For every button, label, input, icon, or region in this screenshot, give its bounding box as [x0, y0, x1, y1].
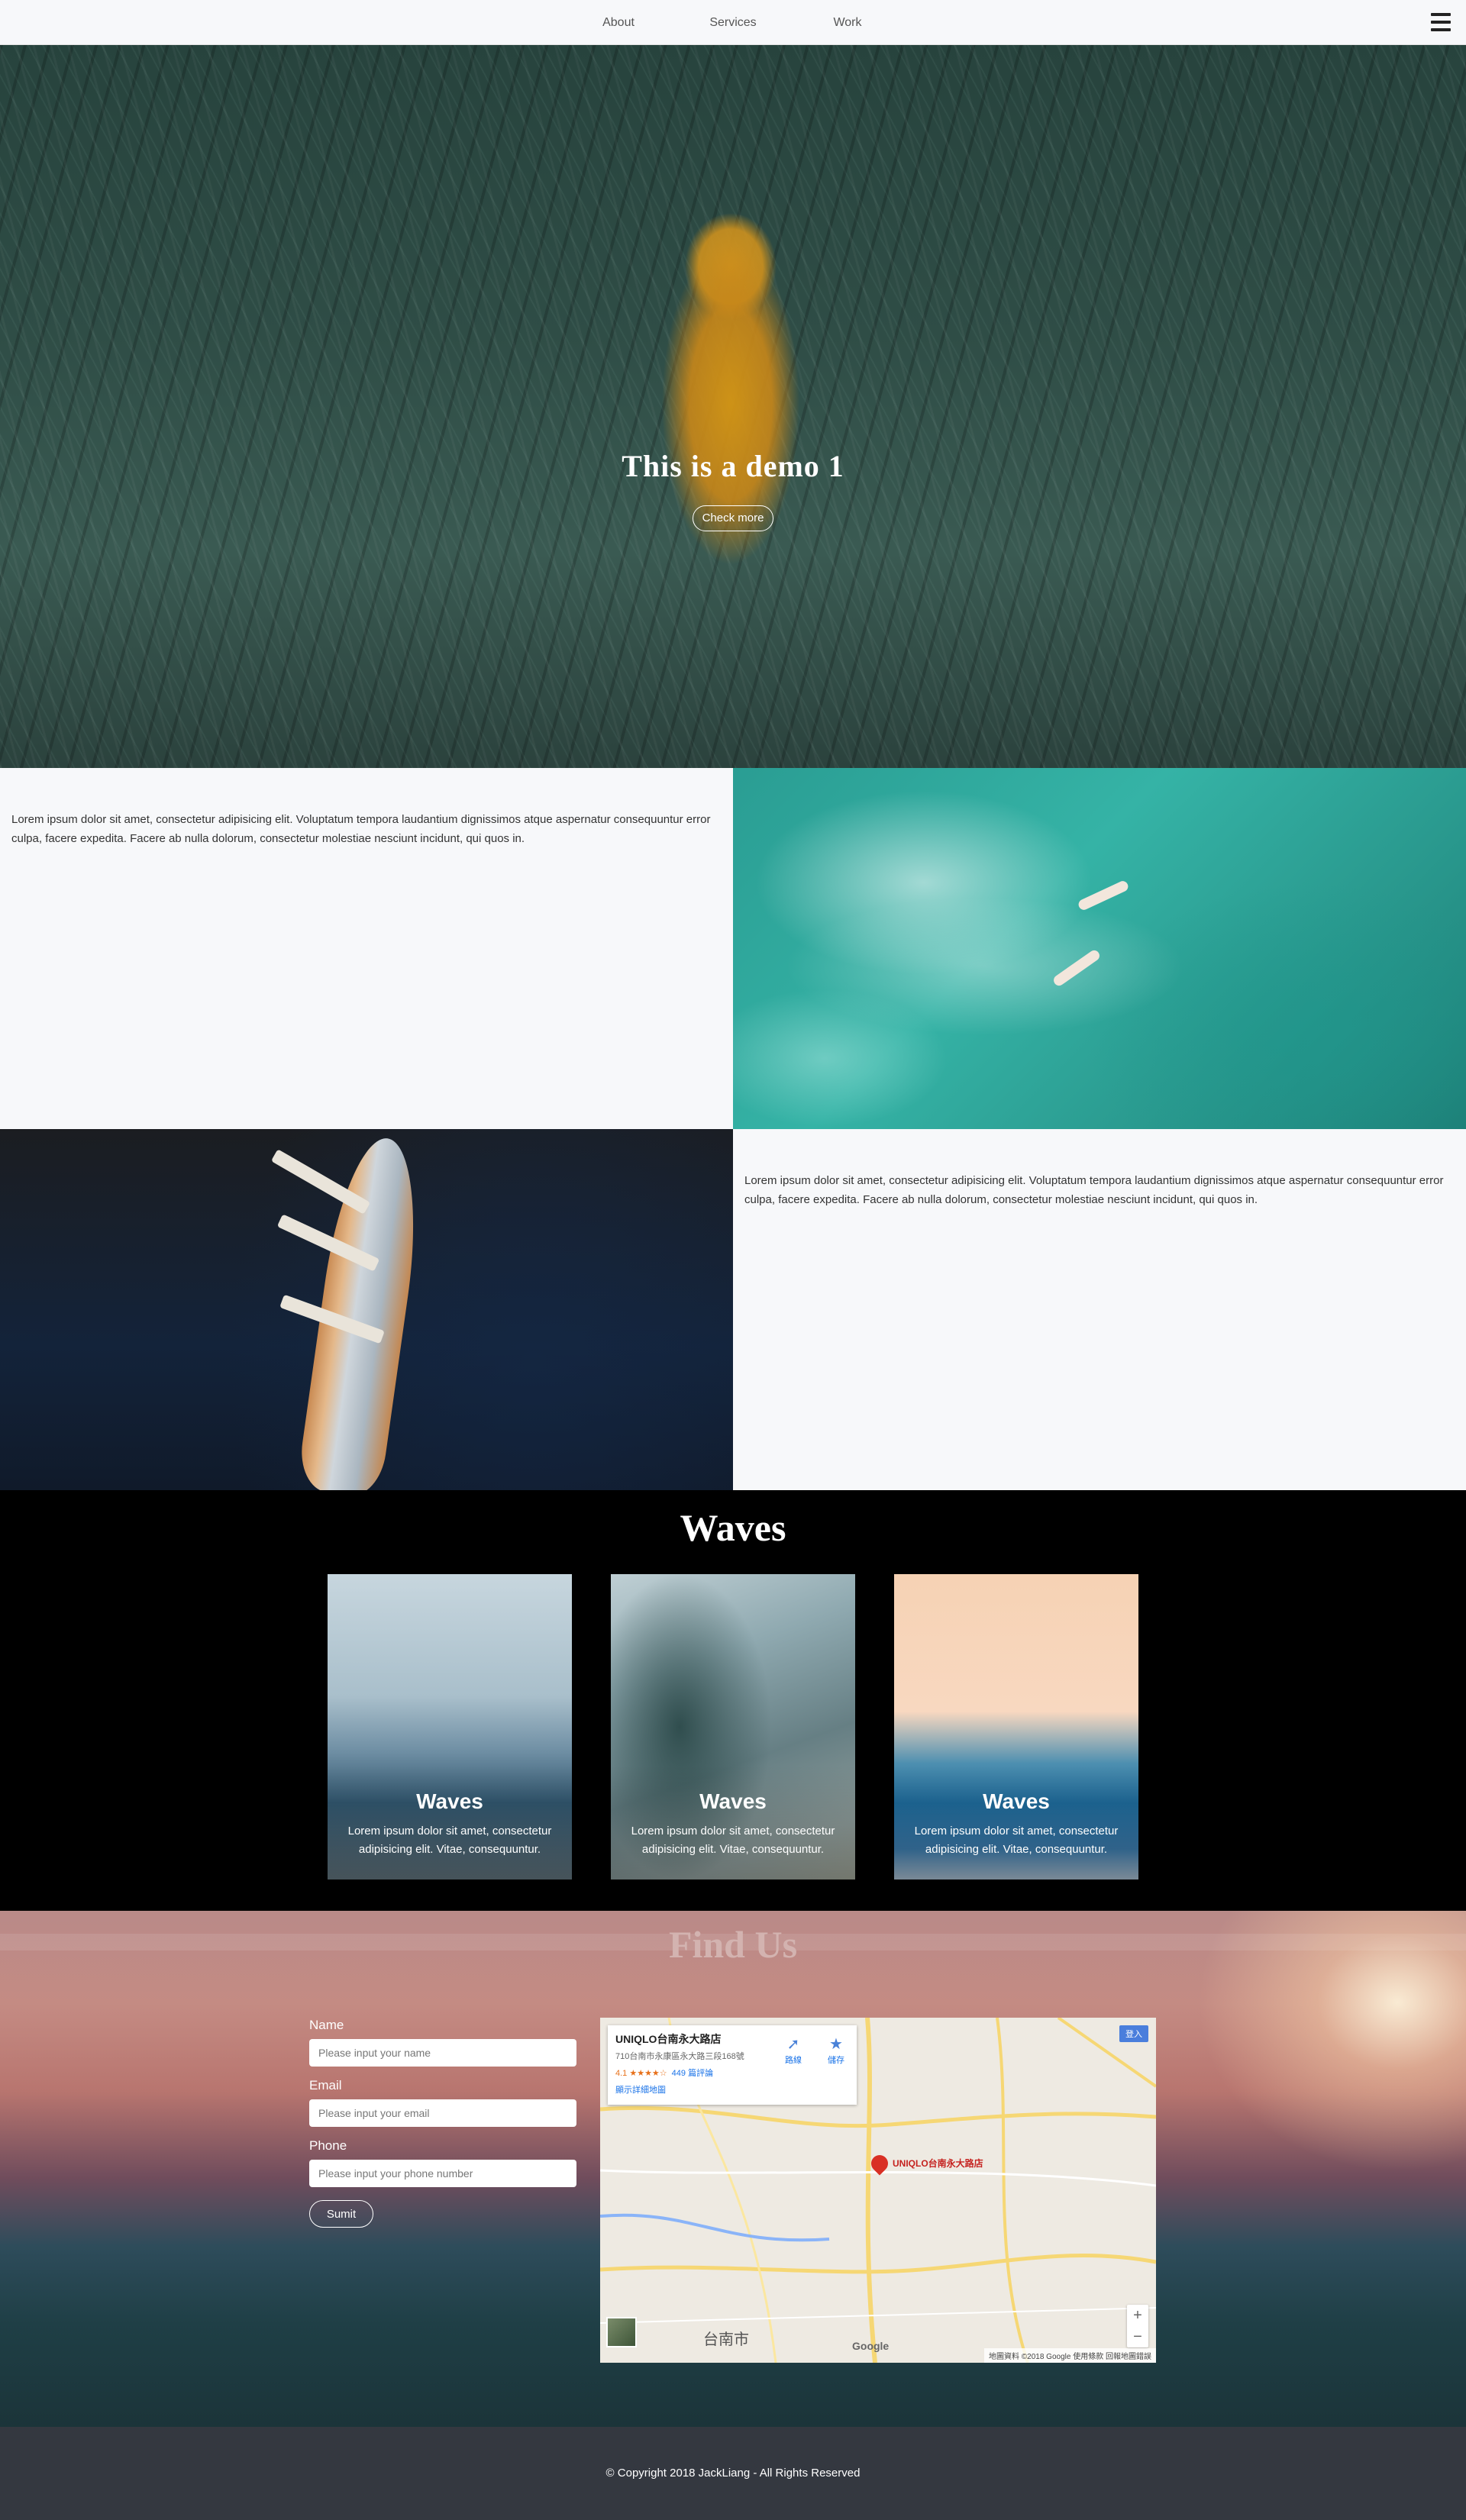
find-us-title: Find Us	[668, 1923, 798, 1966]
hero-title: This is a demo 1	[622, 449, 844, 483]
copyright-text: © Copyright 2018 JackLiang - All Rights …	[605, 2467, 861, 2480]
top-nav: About Services Work	[0, 0, 1466, 45]
name-input[interactable]	[309, 2039, 576, 2067]
zoom-in-button[interactable]: +	[1127, 2305, 1148, 2326]
place-address: 710台南市永康區永大路三段168號	[615, 2052, 744, 2061]
wave-card[interactable]: Waves Lorem ipsum dolor sit amet, consec…	[328, 1574, 572, 1880]
contact-form: Name Email Phone Sumit	[309, 2018, 576, 2228]
hamburger-icon[interactable]	[1431, 13, 1451, 31]
feature-row-1: Lorem ipsum dolor sit amet, consectetur …	[0, 768, 1466, 1129]
card-text: Lorem ipsum dolor sit amet, consectetur …	[914, 1825, 1119, 1856]
card-text: Lorem ipsum dolor sit amet, consectetur …	[631, 1825, 835, 1856]
map-attribution: 地圖資料 ©2018 Google 使用條款 回報地圖錯誤	[984, 2348, 1156, 2363]
email-input[interactable]	[309, 2099, 576, 2127]
map-pin-label: UNIQLO台南永大路店	[893, 2158, 983, 2169]
nav-link-about[interactable]: About	[561, 16, 676, 30]
wave-card[interactable]: Waves Lorem ipsum dolor sit amet, consec…	[894, 1574, 1138, 1880]
place-rating: 4.1 ★★★★☆ 449 篇評論	[615, 2067, 849, 2079]
map-login-button[interactable]: 登入	[1119, 2025, 1148, 2042]
rating-stars: 4.1 ★★★★☆	[615, 2069, 667, 2078]
nav-link-services[interactable]: Services	[676, 16, 790, 30]
waves-section: Waves Waves Lorem ipsum dolor sit amet, …	[0, 1490, 1466, 1911]
card-title: Waves	[699, 1789, 767, 1813]
directions-label: 路線	[785, 2056, 802, 2065]
wave-card[interactable]: Waves Lorem ipsum dolor sit amet, consec…	[611, 1574, 855, 1880]
check-more-button[interactable]: Check more	[693, 505, 773, 531]
name-label: Name	[309, 2018, 344, 2032]
feature-text: Lorem ipsum dolor sit amet, consectetur …	[0, 768, 733, 1129]
save-button[interactable]: ★ 儲存	[817, 2034, 855, 2066]
google-map[interactable]: UNIQLO台南永大路店 710台南市永康區永大路三段168號 4.1 ★★★★…	[600, 2018, 1156, 2363]
google-logo: Google	[852, 2340, 890, 2352]
phone-input[interactable]	[309, 2160, 576, 2187]
email-label: Email	[309, 2078, 342, 2092]
find-us-section: Find Us Name Email Phone Sumit UNIQLO台南永…	[0, 1911, 1466, 2427]
submit-button[interactable]: Sumit	[309, 2200, 373, 2228]
zoom-out-button[interactable]: −	[1127, 2326, 1148, 2347]
map-city-label: 台南市	[703, 2331, 749, 2348]
card-title: Waves	[983, 1789, 1050, 1813]
satellite-toggle[interactable]	[606, 2317, 637, 2347]
nav-links: About Services Work	[0, 0, 1466, 45]
zoom-controls: + −	[1127, 2305, 1148, 2347]
hero-section: This is a demo 1 Check more	[0, 45, 1466, 768]
view-larger-map-link[interactable]: 顯示詳細地圖	[615, 2083, 849, 2096]
place-card: UNIQLO台南永大路店 710台南市永康區永大路三段168號 4.1 ★★★★…	[608, 2025, 857, 2105]
place-name: UNIQLO台南永大路店	[615, 2033, 722, 2045]
feature-text: Lorem ipsum dolor sit amet, consectetur …	[733, 1129, 1466, 1490]
nav-link-work[interactable]: Work	[790, 16, 905, 30]
feature-row-2: Lorem ipsum dolor sit amet, consectetur …	[0, 1129, 1466, 1490]
phone-label: Phone	[309, 2138, 347, 2153]
footer: © Copyright 2018 JackLiang - All Rights …	[0, 2427, 1466, 2520]
card-text: Lorem ipsum dolor sit amet, consectetur …	[347, 1825, 552, 1856]
directions-icon: ➚	[786, 2036, 800, 2053]
directions-button[interactable]: ➚ 路線	[774, 2034, 812, 2066]
surfers-image	[733, 768, 1466, 1129]
reviews-link[interactable]: 449 篇評論	[672, 2069, 713, 2078]
wave-cards: Waves Lorem ipsum dolor sit amet, consec…	[0, 1574, 1466, 1880]
waves-title: Waves	[680, 1506, 786, 1549]
card-title: Waves	[416, 1789, 483, 1813]
star-icon: ★	[829, 2036, 843, 2053]
save-label: 儲存	[828, 2056, 844, 2065]
sailboat-image	[0, 1129, 733, 1490]
